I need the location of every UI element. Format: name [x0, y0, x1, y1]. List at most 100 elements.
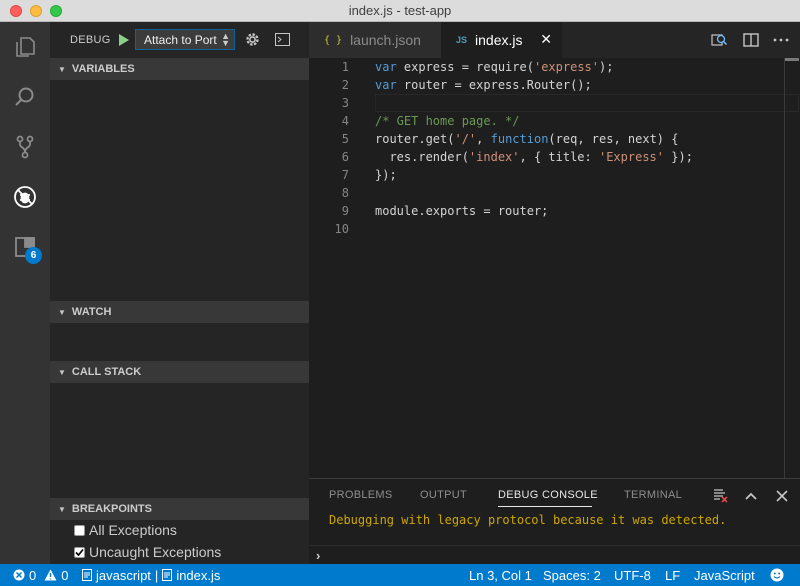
maximize-panel-icon[interactable] [743, 488, 759, 504]
line-code: res.render('index', { title: 'Express' }… [375, 150, 693, 164]
select-arrows-icon: ▲ ▼ [221, 31, 230, 48]
code-line: 6 res.render('index', { title: 'Express'… [309, 148, 800, 166]
close-panel-icon[interactable] [774, 488, 790, 504]
extensions-icon[interactable] [0, 222, 50, 272]
debug-icon[interactable] [0, 172, 50, 222]
window-title: index.js - test-app [348, 3, 452, 18]
encoding-status[interactable]: UTF-8 [614, 564, 651, 586]
close-window-button[interactable] [10, 5, 22, 17]
separator: | [154, 567, 159, 583]
problems-status[interactable]: 0 0 [13, 564, 68, 586]
cursor-position-marker [785, 58, 799, 61]
active-tab-indicator [498, 506, 592, 507]
tab-debug-console[interactable]: DEBUG CONSOLE [498, 489, 598, 501]
console-message: Debugging with legacy protocol because i… [329, 513, 727, 527]
breakpoint-label: All Exceptions [89, 522, 177, 538]
expanded-chevron-icon: ▼ [58, 504, 66, 514]
all-exceptions-checkbox[interactable] [74, 524, 85, 536]
explorer-icon[interactable] [0, 22, 50, 72]
code-line: 10 [309, 220, 800, 238]
code-editor[interactable]: 1 var express = require('express'); 2 va… [309, 58, 800, 478]
line-code: module.exports = router; [375, 204, 549, 218]
status-bar: 0 0 javascript | index.js Ln 3, Col 1 Sp… [0, 564, 800, 586]
code-line: 5 router.get('/', function(req, res, nex… [309, 130, 800, 148]
tab-index-js[interactable]: JS index.js ✕ [441, 22, 562, 58]
line-number: 4 [341, 114, 349, 128]
warning-count: 0 [61, 567, 69, 583]
line-code: var router = express.Router(); [375, 78, 592, 92]
breakpoint-label: Uncaught Exceptions [89, 544, 222, 560]
uncaught-exceptions-checkbox[interactable] [74, 546, 85, 558]
line-code: }); [375, 168, 397, 182]
code-line: 1 var express = require('express'); [309, 58, 800, 76]
error-count: 0 [29, 567, 37, 583]
start-debugging-button[interactable] [117, 32, 131, 48]
tab-terminal[interactable]: TERMINAL [624, 489, 682, 501]
tab-problems[interactable]: PROBLEMS [329, 489, 393, 501]
file-icon [162, 569, 173, 581]
breakpoints-section-header[interactable]: ▼ BREAKPOINTS [50, 498, 309, 520]
tab-launch-json[interactable]: { } launch.json [309, 22, 441, 58]
line-number: 2 [341, 78, 349, 92]
minimize-window-button[interactable] [30, 5, 42, 17]
clear-console-icon[interactable] [712, 488, 728, 504]
debug-label: DEBUG [70, 34, 111, 46]
tab-output[interactable]: OUTPUT [420, 489, 467, 501]
file-name: index.js [176, 567, 221, 583]
checkmark-icon [75, 548, 84, 556]
json-file-icon: { } [324, 34, 343, 46]
repl-input[interactable]: › [309, 545, 800, 565]
tab-label: index.js [475, 32, 523, 48]
close-icon[interactable]: ✕ [540, 31, 552, 48]
expanded-chevron-icon: ▼ [58, 367, 66, 377]
maximize-window-button[interactable] [50, 5, 62, 17]
debug-console-icon[interactable] [275, 33, 290, 46]
code-line: 9 module.exports = router; [309, 202, 800, 220]
language-mode-status[interactable]: JavaScript [694, 564, 755, 586]
breakpoint-item[interactable]: All Exceptions [74, 522, 177, 538]
code-line: 8 [309, 184, 800, 202]
editor-tab-bar: { } launch.json JS index.js ✕ [309, 22, 800, 58]
call-stack-section-header[interactable]: ▼ CALL STACK [50, 361, 309, 383]
code-line: 7 }); [309, 166, 800, 184]
debug-configuration-value: Attach to Port [144, 32, 217, 47]
extensions-badge: 6 [25, 247, 42, 264]
line-number: 9 [341, 204, 349, 218]
window-controls [10, 5, 62, 17]
debug-sidebar: DEBUG Attach to Port ▲ ▼ ▼ VARIABLES ▼ WA… [50, 22, 309, 564]
more-actions-icon[interactable] [772, 31, 790, 49]
cursor-position[interactable]: Ln 3, Col 1 [469, 564, 532, 586]
line-number: 7 [341, 168, 349, 182]
breakpoint-item[interactable]: Uncaught Exceptions [74, 544, 221, 560]
watch-section-header[interactable]: ▼ WATCH [50, 301, 309, 323]
search-icon[interactable] [0, 72, 50, 122]
eol-status[interactable]: LF [665, 564, 680, 586]
gear-icon[interactable] [244, 31, 261, 48]
file-icon [82, 569, 92, 581]
open-changes-icon[interactable] [710, 31, 728, 49]
debug-configuration-select[interactable]: Attach to Port ▲ ▼ [135, 29, 235, 50]
line-number: 5 [341, 132, 349, 146]
line-code: router.get('/', function(req, res, next)… [375, 132, 679, 146]
js-file-icon: JS [456, 35, 468, 45]
expanded-chevron-icon: ▼ [58, 307, 66, 317]
line-code: /* GET home page. */ [375, 114, 520, 128]
line-number: 10 [334, 222, 349, 236]
line-number: 8 [341, 186, 349, 200]
activity-bar: 6 [0, 22, 50, 564]
language-label: javascript [96, 567, 151, 583]
variables-section-header[interactable]: ▼ VARIABLES [50, 58, 309, 80]
feedback-smiley-icon[interactable] [770, 564, 788, 586]
indentation-status[interactable]: Spaces: 2 [543, 564, 601, 586]
line-number: 3 [341, 96, 349, 110]
split-editor-icon[interactable] [742, 31, 760, 49]
title-bar: index.js - test-app [0, 0, 800, 22]
line-number: 1 [341, 60, 349, 74]
source-control-icon[interactable] [0, 122, 50, 172]
line-number: 6 [341, 150, 349, 164]
file-language-status[interactable]: javascript | index.js [82, 564, 220, 586]
overview-ruler [784, 58, 785, 478]
bottom-panel: PROBLEMS OUTPUT DEBUG CONSOLE TERMINAL D… [309, 478, 800, 565]
code-line: 2 var router = express.Router(); [309, 76, 800, 94]
line-code: var express = require('express'); [375, 60, 614, 74]
